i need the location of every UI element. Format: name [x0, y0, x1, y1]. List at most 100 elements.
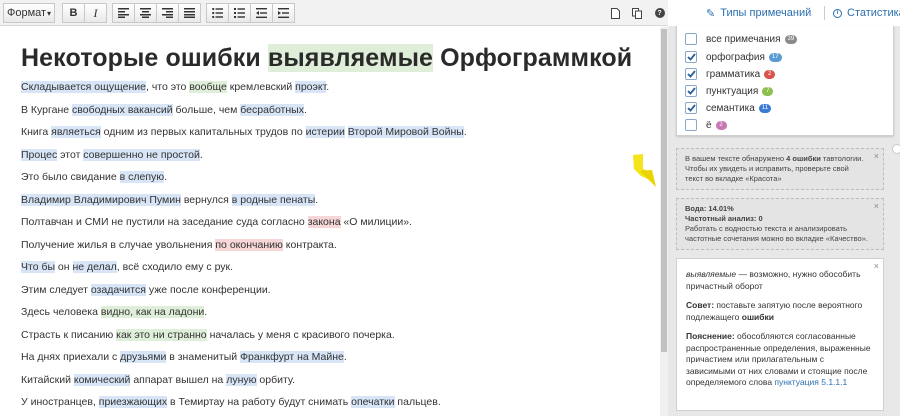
tab-divider — [824, 6, 825, 20]
filter-label: семантика — [706, 102, 755, 114]
text-paragraph[interactable]: Владимир Владимирович Пумин вернулся в р… — [21, 193, 318, 207]
filter-item[interactable]: ё2 — [685, 118, 727, 132]
text-paragraph[interactable]: Это было свидание в слепую. — [21, 170, 167, 184]
tab-note-types-label: Типы примечаний — [720, 7, 812, 19]
indent-button[interactable] — [272, 3, 295, 23]
text-paragraph[interactable]: Процес этот совершенно не простой. — [21, 148, 203, 162]
help-button[interactable]: ? — [648, 3, 671, 23]
text-segment: началась у меня с красивого почерка. — [206, 329, 395, 341]
align-right-icon — [162, 8, 173, 18]
text-paragraph[interactable]: У иностранцев, приезжающих в Темиртау на… — [21, 395, 441, 409]
align-center-button[interactable] — [134, 3, 157, 23]
new-document-button[interactable] — [604, 3, 627, 23]
text-segment: Китайский — [21, 374, 74, 386]
error-highlight[interactable]: Складывается ощущение — [21, 81, 146, 93]
error-highlight[interactable]: закона — [307, 216, 341, 228]
filter-item[interactable]: семантика 11 — [685, 101, 772, 115]
checkbox-checked[interactable] — [685, 85, 697, 97]
close-icon[interactable]: × — [874, 261, 879, 273]
help-icon: ? — [654, 8, 665, 18]
checkbox-unchecked[interactable] — [685, 33, 697, 45]
text-paragraph[interactable]: На днях приехали с друзьями в знаменитый… — [21, 350, 347, 364]
error-highlight[interactable]: бесработных — [240, 104, 304, 116]
filter-item[interactable]: орфография 17 — [685, 50, 782, 64]
bullet-list-button[interactable] — [206, 3, 229, 23]
error-highlight[interactable]: совершенно не простой — [83, 149, 200, 161]
tab-statistics[interactable]: i Статистика — [833, 0, 900, 26]
text-segment: Книга — [21, 126, 52, 138]
error-highlight[interactable]: видно, как на ладони — [100, 306, 205, 318]
text-paragraph[interactable]: Этим следует озадачится уже после конфер… — [21, 283, 271, 297]
document-title: Некоторые ошибки выявляемые Орфограммкой — [21, 44, 633, 72]
filter-label: все примечания — [706, 33, 781, 45]
error-highlight[interactable]: Что бы — [21, 261, 56, 273]
error-highlight[interactable]: проэкт — [295, 81, 327, 93]
text-segment: «О милиции». — [340, 216, 412, 228]
panel-handle[interactable] — [892, 144, 900, 154]
text-segment: . — [463, 126, 467, 138]
filter-item[interactable]: пунктуация 7 — [685, 84, 774, 98]
text-segment: У иностранцев, — [21, 396, 99, 408]
text-segment: этот — [57, 149, 84, 161]
checkbox-checked[interactable] — [685, 102, 697, 114]
error-highlight[interactable]: вообще — [189, 81, 227, 93]
copy-button[interactable] — [626, 3, 649, 23]
tab-note-types[interactable]: ✎ Типы примечаний — [706, 0, 811, 26]
check-icon — [686, 87, 696, 95]
error-highlight[interactable]: Владимир Владимирович Пумин — [21, 194, 181, 206]
text-segment: Полтавчан и СМИ не пустили на заседание … — [21, 216, 308, 228]
error-highlight[interactable]: луную — [226, 374, 257, 386]
close-icon[interactable]: × — [874, 201, 879, 211]
checkbox-checked[interactable] — [685, 51, 697, 63]
error-highlight[interactable]: свободных вакансий — [72, 104, 173, 116]
format-dropdown[interactable]: Формат ▾ — [3, 3, 55, 23]
bold-button[interactable]: B — [62, 3, 85, 23]
text-paragraph[interactable]: Что бы он не делал, всё сходило ему с ру… — [21, 260, 233, 274]
error-highlight[interactable]: в слепую — [119, 171, 165, 183]
outdent-button[interactable] — [250, 3, 273, 23]
checkbox-checked[interactable] — [685, 68, 697, 80]
text-paragraph[interactable]: Страсть к писанию как это ни странно нач… — [21, 328, 395, 342]
italic-button[interactable]: I — [84, 3, 107, 23]
text-segment: , всё сходило ему с рук. — [116, 261, 234, 273]
editor-toolbar: Формат ▾ B I ? — [0, 0, 668, 26]
error-highlight[interactable]: комический — [73, 374, 131, 386]
check-icon — [686, 70, 696, 78]
text-paragraph[interactable]: Получение жилья в случае увольнения по о… — [21, 238, 337, 252]
error-highlight[interactable]: озадачится — [90, 284, 146, 296]
align-left-button[interactable] — [112, 3, 135, 23]
error-highlight[interactable]: по окончанию — [215, 239, 283, 251]
text-paragraph[interactable]: Полтавчан и СМИ не пустили на заседание … — [21, 215, 412, 229]
error-highlight[interactable]: являеться — [51, 126, 101, 138]
checkbox-unchecked[interactable] — [685, 119, 697, 131]
text-segment: . — [199, 149, 203, 161]
error-highlight[interactable]: не делал — [72, 261, 117, 273]
text-paragraph[interactable]: Складывается ощущение, что это вообще кр… — [21, 80, 329, 94]
error-highlight[interactable]: Процес — [21, 149, 58, 161]
error-highlight[interactable]: приезжающих — [98, 396, 168, 408]
error-highlight[interactable]: друзьями — [120, 351, 167, 363]
error-highlight[interactable]: Второй Мировой Войны — [347, 126, 464, 138]
text-paragraph[interactable]: Китайский комический аппарат вышел на лу… — [21, 373, 295, 387]
close-icon[interactable]: × — [874, 151, 879, 161]
text-paragraph[interactable]: В Кургане свободных вакансий больше, чем… — [21, 103, 307, 117]
error-highlight[interactable]: истерии — [305, 126, 345, 138]
error-highlight[interactable]: как это ни странно — [116, 329, 207, 341]
editor-scrollbar[interactable] — [660, 27, 668, 416]
align-right-button[interactable] — [156, 3, 179, 23]
rule-link[interactable]: пунктуация 5.1.1.1 — [774, 377, 847, 387]
numbered-list-button[interactable] — [228, 3, 251, 23]
error-highlight[interactable]: Франкфурт на Майне — [240, 351, 344, 363]
count-badge: 2 — [764, 69, 776, 79]
count-badge: 39 — [784, 34, 798, 44]
filter-item[interactable]: грамматика 2 — [685, 67, 776, 81]
info-icon: i — [833, 8, 842, 18]
error-highlight[interactable]: в родные пенаты — [231, 194, 316, 206]
text-paragraph[interactable]: Здесь человека видно, как на ладони. — [21, 305, 207, 319]
align-justify-button[interactable] — [178, 3, 201, 23]
scrollbar-thumb[interactable] — [661, 29, 667, 352]
text-editor[interactable]: Некоторые ошибки выявляемые Орфограммкой… — [0, 27, 660, 416]
text-paragraph[interactable]: Книга являеться одним из первых капиталь… — [21, 125, 467, 139]
filter-item[interactable]: все примечания 39 — [685, 32, 798, 46]
error-highlight[interactable]: опечатки — [351, 396, 395, 408]
